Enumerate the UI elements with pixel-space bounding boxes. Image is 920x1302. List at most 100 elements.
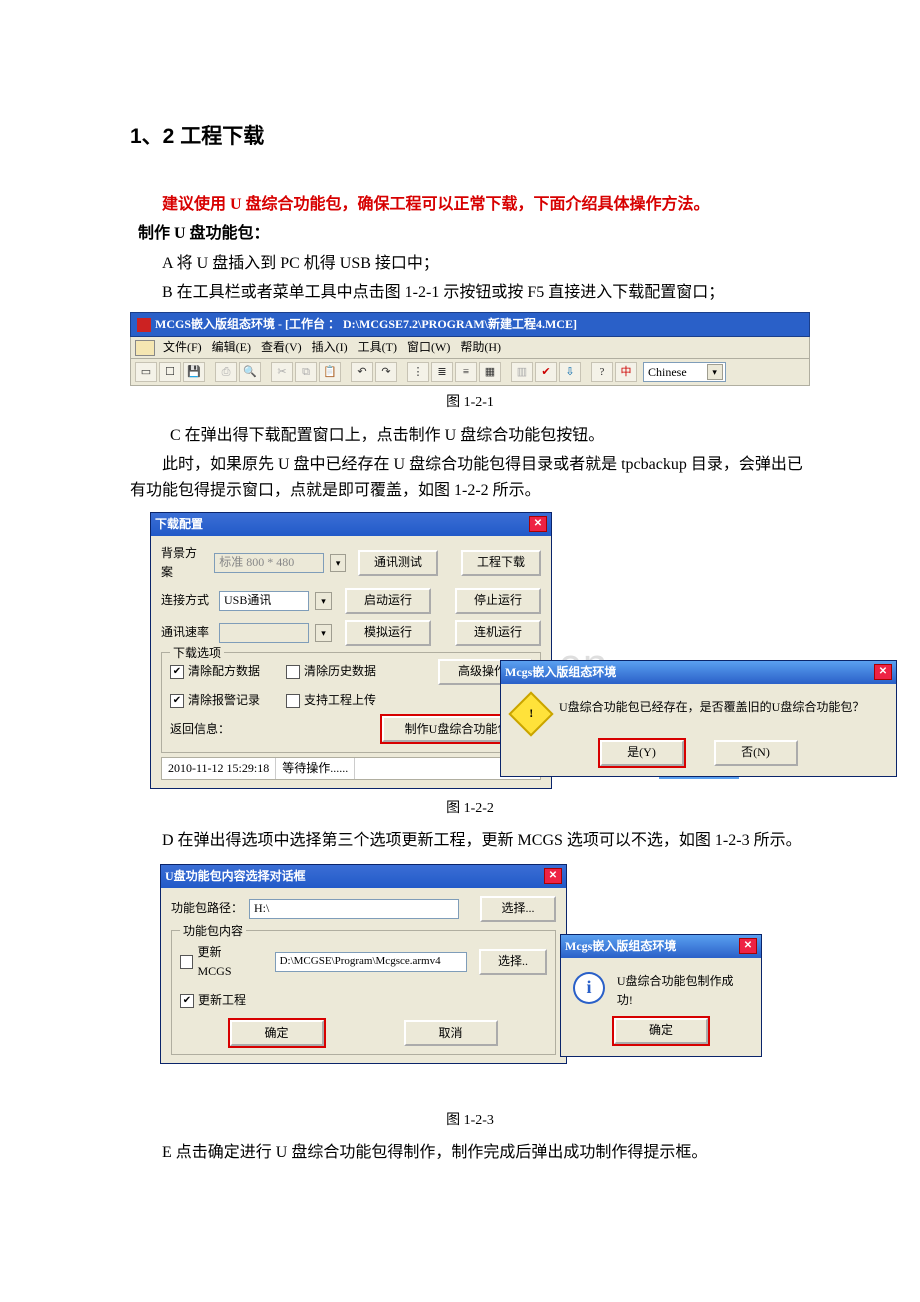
figure-1-2-3: U盘功能包内容选择对话框 ✕ 功能包路径： H:\ 选择... 功能包内容 更新… — [160, 864, 775, 1104]
dlgB-titlebar: Mcgs嵌入版组态环境 ✕ — [561, 935, 761, 958]
close-icon[interactable]: ✕ — [739, 938, 757, 954]
btn-start[interactable]: 启动运行 — [345, 588, 431, 614]
dlgB-message: U盘综合功能包制作成功! — [617, 972, 749, 1010]
menu-help[interactable]: 帮助(H) — [458, 338, 503, 357]
cb2-label: 清除历史数据 — [304, 662, 376, 681]
cb3-label: 清除报警记录 — [188, 691, 260, 710]
dlg2-titlebar: Mcgs嵌入版组态环境 ✕ — [501, 661, 896, 684]
tool-misc2-icon[interactable]: ≣ — [431, 362, 453, 382]
conn-value[interactable]: USB通讯 — [219, 591, 309, 611]
step-c: C 在弹出得下载配置窗口上，点击制作 U 盘综合功能包按钮。 — [130, 423, 810, 449]
btn-ok2[interactable]: 确定 — [614, 1018, 708, 1044]
intro-red: 建议使用 U 盘综合功能包，确保工程可以正常下载，下面介绍具体操作方法。 — [130, 192, 810, 218]
cb-update-project[interactable]: ✔更新工程 — [180, 991, 246, 1010]
toolbar: ▭ ☐ 💾 ⎙ 🔍 ✂ ⧉ 📋 ↶ ↷ ⋮ ≣ ≡ ▦ ▥ ✔ ⇩ ? 中 — [130, 359, 810, 386]
section-heading: 1、2 工程下载 — [130, 120, 810, 154]
overwrite-confirm-dialog: Mcgs嵌入版组态环境 ✕ ! U盘综合功能包已经存在，是否覆盖旧的U盘综合功能… — [500, 660, 897, 777]
tool-download-icon[interactable]: ⇩ — [559, 362, 581, 382]
bg-value: 标准 800 * 480 — [214, 553, 324, 573]
close-icon[interactable]: ✕ — [529, 516, 547, 532]
tool-open-icon[interactable]: ☐ — [159, 362, 181, 382]
dlg1-titlebar: 下载配置 ✕ — [151, 513, 551, 536]
step-e: E 点击确定进行 U 盘综合功能包得制作，制作完成后弹出成功制作得提示框。 — [130, 1140, 810, 1166]
cb-updmcgs-label: 更新MCGS — [197, 943, 253, 981]
tool-undo-icon[interactable]: ↶ — [351, 362, 373, 382]
btn-yes[interactable]: 是(Y) — [600, 740, 684, 766]
menubar: 文件(F) 编辑(E) 查看(V) 插入(I) 工具(T) 窗口(W) 帮助(H… — [130, 337, 810, 359]
tool-print-icon[interactable]: ⎙ — [215, 362, 237, 382]
chevron-down-icon[interactable]: ▾ — [315, 592, 332, 610]
btn-ok[interactable]: 确定 — [230, 1020, 324, 1046]
rate-value — [219, 623, 309, 643]
lang-combo[interactable]: Chinese ▾ — [643, 362, 726, 382]
dlgA-titlebar: U盘功能包内容选择对话框 ✕ — [161, 865, 566, 888]
fig3-caption: 图 1-2-3 — [130, 1110, 810, 1132]
step-b: B 在工具栏或者菜单工具中点击图 1-2-1 示按钮或按 F5 直接进入下载配置… — [130, 280, 810, 306]
chevron-down-icon[interactable]: ▾ — [707, 364, 723, 380]
download-options-group: 下载选项 ✔清除配方数据 清除历史数据 高级操作.. ✔清除报警记录 支持工程上… — [161, 652, 541, 753]
btn-cancel[interactable]: 取消 — [404, 1020, 498, 1046]
step-a: A 将 U 盘插入到 PC 机得 USB 接口中； — [130, 251, 810, 277]
btn-stop[interactable]: 停止运行 — [455, 588, 541, 614]
tool-check-icon[interactable]: ✔ — [535, 362, 557, 382]
dlgB-title: Mcgs嵌入版组态环境 — [565, 937, 676, 956]
tool-paste-icon[interactable]: 📋 — [319, 362, 341, 382]
btn-online[interactable]: 连机运行 — [455, 620, 541, 646]
tool-misc4-icon[interactable]: ▦ — [479, 362, 501, 382]
tool-misc3-icon[interactable]: ≡ — [455, 362, 477, 382]
status-text: 等待操作...... — [276, 758, 355, 779]
tool-redo-icon[interactable]: ↷ — [375, 362, 397, 382]
mcgs-icon — [137, 318, 151, 332]
cb-clear-alarm[interactable]: ✔清除报警记录 — [170, 691, 260, 710]
menu-insert[interactable]: 插入(I) — [310, 338, 350, 357]
close-icon[interactable]: ✕ — [544, 868, 562, 884]
lbl-return: 返回信息： — [170, 720, 230, 739]
btn-select-mcgs[interactable]: 选择.. — [479, 949, 547, 975]
btn-select-path[interactable]: 选择... — [480, 896, 556, 922]
tool-misc5-icon[interactable]: ▥ — [511, 362, 533, 382]
dlgA-title: U盘功能包内容选择对话框 — [165, 867, 306, 886]
btn-yes-label: 是(Y) — [627, 743, 656, 762]
figure-1-2-2: www.yixin.com.cn 下载配置 ✕ 背景方案 标准 800 * 48… — [150, 512, 780, 792]
menu-file[interactable]: 文件(F) — [161, 338, 204, 357]
btn-no[interactable]: 否(N) — [714, 740, 798, 766]
tool-save-icon[interactable]: 💾 — [183, 362, 205, 382]
btn-sim[interactable]: 模拟运行 — [345, 620, 431, 646]
warning-icon: ! — [508, 691, 553, 736]
btn-projdl[interactable]: 工程下载 — [461, 550, 541, 576]
success-dialog: Mcgs嵌入版组态环境 ✕ i U盘综合功能包制作成功! 确定 — [560, 934, 762, 1058]
chevron-down-icon[interactable]: ▾ — [315, 624, 332, 642]
menu-window[interactable]: 窗口(W) — [405, 338, 452, 357]
step-d: D 在弹出得选项中选择第三个选项更新工程，更新 MCGS 选项可以不选，如图 1… — [130, 828, 810, 854]
cb1-label: 清除配方数据 — [188, 662, 260, 681]
cb-clear-recipe[interactable]: ✔清除配方数据 — [170, 662, 260, 681]
fig2-caption: 图 1-2-2 — [130, 798, 810, 820]
menu-tools[interactable]: 工具(T) — [356, 338, 399, 357]
tool-misc1-icon[interactable]: ⋮ — [407, 362, 429, 382]
cb-support-upload[interactable]: 支持工程上传 — [286, 691, 376, 710]
tool-cut-icon[interactable]: ✂ — [271, 362, 293, 382]
menu-view[interactable]: 查看(V) — [259, 338, 304, 357]
status-time: 2010-11-12 15:29:18 — [162, 758, 276, 779]
cb4-label: 支持工程上传 — [304, 691, 376, 710]
path-value[interactable]: H:\ — [249, 899, 459, 919]
tool-copy-icon[interactable]: ⧉ — [295, 362, 317, 382]
lbl-bg: 背景方案 — [161, 544, 208, 582]
lang-combo-value: Chinese — [648, 363, 687, 382]
lbl-conn: 连接方式 — [161, 591, 213, 610]
btn-commtest[interactable]: 通讯测试 — [358, 550, 438, 576]
tool-preview-icon[interactable]: 🔍 — [239, 362, 261, 382]
cb-clear-history[interactable]: 清除历史数据 — [286, 662, 376, 681]
menu-edit[interactable]: 编辑(E) — [210, 338, 253, 357]
close-icon[interactable]: ✕ — [874, 664, 892, 680]
cb-updproj-label: 更新工程 — [198, 991, 246, 1010]
dlg1-title: 下载配置 — [155, 515, 203, 534]
cb-update-mcgs[interactable]: 更新MCGS — [180, 943, 253, 981]
chevron-down-icon[interactable]: ▾ — [330, 554, 346, 572]
make-usb-title: 制作 U 盘功能包： — [130, 221, 810, 247]
fig1-caption: 图 1-2-1 — [130, 392, 810, 414]
tool-lang-icon[interactable]: 中 — [615, 362, 637, 382]
usb-content-dialog: U盘功能包内容选择对话框 ✕ 功能包路径： H:\ 选择... 功能包内容 更新… — [160, 864, 567, 1065]
tool-help-icon[interactable]: ? — [591, 362, 613, 382]
tool-new-icon[interactable]: ▭ — [135, 362, 157, 382]
